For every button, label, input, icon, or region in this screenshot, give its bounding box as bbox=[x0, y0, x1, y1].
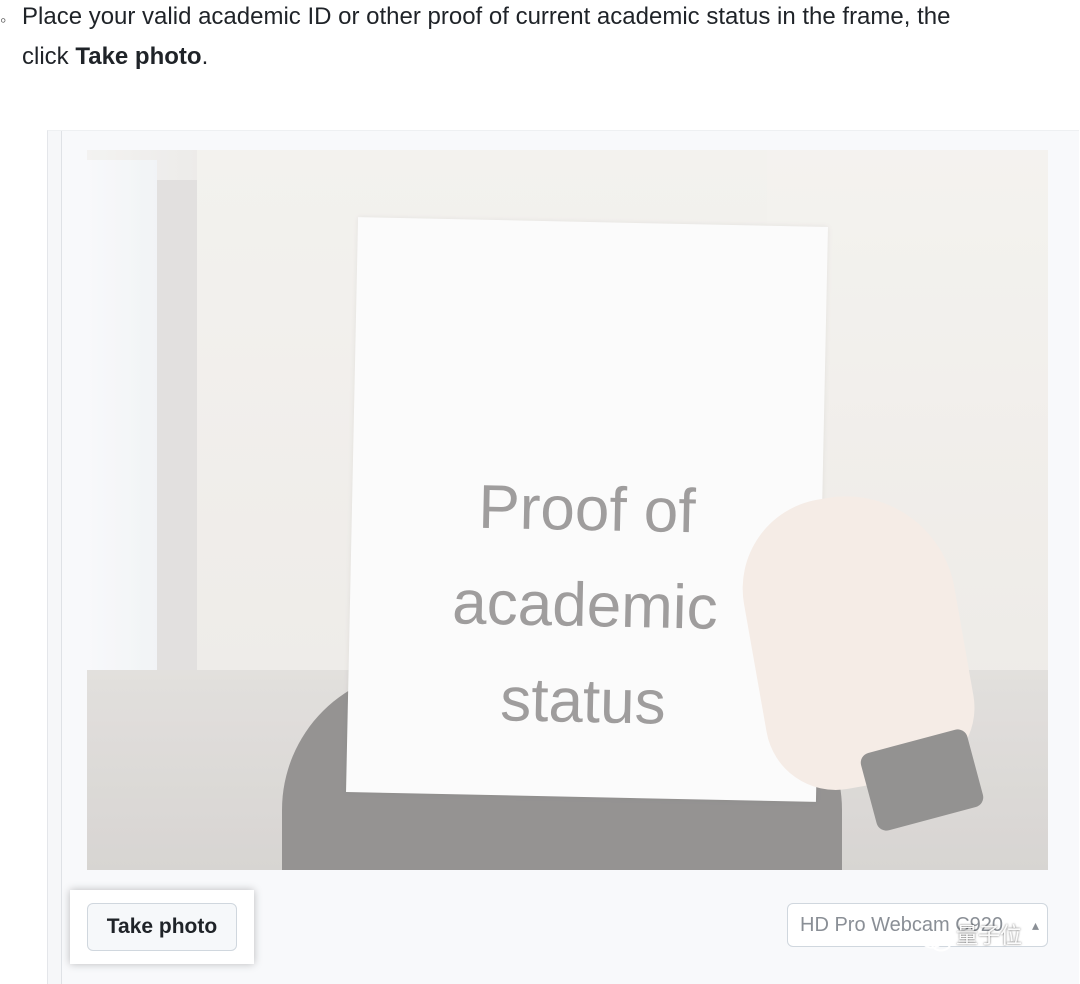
list-bullet: ◦ bbox=[0, 10, 7, 30]
preview-dim-overlay bbox=[87, 150, 1048, 870]
instruction-line-2-prefix: click bbox=[22, 43, 76, 70]
watermark-text: 量子位 bbox=[956, 923, 1023, 948]
wechat-icon bbox=[920, 926, 952, 952]
take-photo-button[interactable]: Take photo bbox=[87, 903, 237, 951]
instruction-text: ◦ Place your valid academic ID or other … bbox=[0, 0, 1080, 80]
camera-preview: Proof of academic status bbox=[87, 150, 1048, 870]
instruction-take-photo-emphasis: Take photo bbox=[75, 43, 202, 70]
instruction-line-2: click Take photo. bbox=[22, 37, 208, 77]
take-photo-highlight: Take photo bbox=[70, 890, 254, 964]
watermark: 量子位 bbox=[920, 916, 1050, 956]
instruction-line-1: Place your valid academic ID or other pr… bbox=[22, 3, 951, 30]
instruction-line-2-suffix: . bbox=[201, 43, 209, 70]
